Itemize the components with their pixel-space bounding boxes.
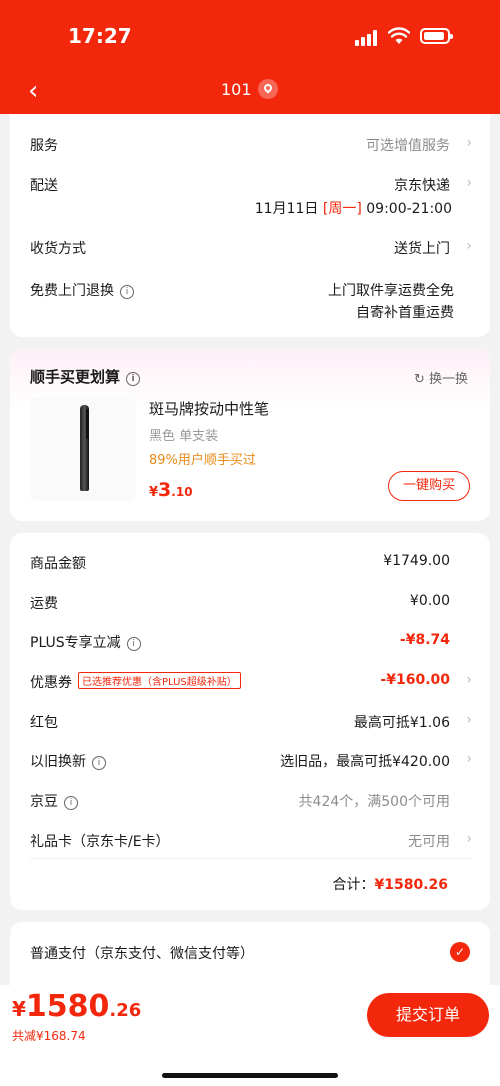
receive-label: 收货方式 [30,241,86,257]
divider [30,858,472,859]
back-chevron-icon[interactable]: ‹ [28,76,38,106]
addon-title: 顺手买更划算 [30,368,121,386]
goods-amount-label: 商品金额 [30,556,86,572]
giftcard-value: 无可用 [408,834,450,850]
goods-amount-value: ¥1749.00 [383,553,450,569]
shipping-label: 配送 [30,178,58,194]
info-icon[interactable]: i [120,285,134,299]
jingdou-value: 共424个，满500个可用 [298,794,450,810]
delivery-card: 服务 可选增值服务 › 配送 京东快递 › 11月11日 [周一] 09:00-… [10,104,490,337]
chevron-right-icon: › [466,672,472,688]
saved-amount: 共减¥168.74 [12,1029,86,1043]
shipping-time: 11月11日 [周一] 09:00-21:00 [254,201,452,217]
product-spec: 黑色 单支装 [149,429,219,444]
refresh-icon: ↻ [413,372,425,387]
return-label: 免费上门退换 [30,283,114,299]
coupon-label: 优惠券 [30,675,72,691]
summary-card: 商品金额 ¥1749.00 运费 ¥0.00 PLUS专享立减 i -¥8.74 … [10,533,490,910]
product-promo: 89%用户顺手买过 [149,453,256,468]
chevron-right-icon: › [466,831,472,847]
return-row: 免费上门退换 i 上门取件享运费全免 自寄补首重运费 [30,280,472,322]
status-time: 17:27 [68,24,132,48]
one-click-buy-button[interactable]: 一键购买 [388,471,470,501]
info-icon[interactable]: i [64,796,78,810]
return-value-1: 上门取件享运费全免 [328,283,454,299]
shipping-value: 京东快递 [394,178,450,194]
location-pin-icon[interactable] [258,79,278,99]
tradein-value: 选旧品，最高可抵¥420.00 [280,754,450,770]
nav-bar: ‹ 101 [0,74,500,106]
receive-value: 送货上门 [394,241,450,257]
plus-discount-value: -¥8.74 [399,632,450,648]
product-image[interactable] [30,397,136,501]
total-value: ¥1580.26 [374,877,448,893]
info-icon[interactable]: i [126,637,141,651]
total-label: 合计： [332,877,375,893]
addon-card: 顺手买更划算 i ↻ 换一换 斑马牌按动中性笔 黑色 单支装 89%用户顺手买过 … [10,349,490,521]
tradein-label: 以旧换新 [30,754,86,770]
top-bar: 17:27 ‹ 101 [0,0,500,114]
shipping-row[interactable]: 配送 京东快递 › 11月11日 [周一] 09:00-21:00 [30,175,472,217]
payment-selected-checkmark-icon[interactable]: ✓ [450,942,470,962]
giftcard-label: 礼品卡（京东卡/E卡） [30,834,170,850]
chevron-right-icon: › [466,135,472,151]
info-icon[interactable]: i [126,372,141,386]
chevron-right-icon: › [466,238,472,254]
redpack-label: 红包 [30,715,58,731]
freight-value: ¥0.00 [409,593,450,609]
service-label: 服务 [30,138,58,154]
jingdou-label: 京豆 [30,794,58,810]
nav-title: 101 [221,80,252,99]
bottom-bar: ¥1580.26 共减¥168.74 提交订单 [0,985,500,1086]
product-name[interactable]: 斑马牌按动中性笔 [149,398,269,419]
service-value: 可选增值服务 [366,138,450,154]
plus-discount-label: PLUS专享立减 [30,635,121,651]
total-row: 合计：¥1580.26 [332,874,448,894]
payment-method-label: 普通支付（京东支付、微信支付等） [30,946,254,962]
coupon-tag: 已选推荐优惠（含PLUS超级补贴） [78,672,241,689]
submit-order-button[interactable]: 提交订单 [367,993,489,1037]
product-price: ¥3.10 [149,479,193,501]
chevron-right-icon: › [466,751,472,767]
coupon-value: -¥160.00 [380,672,450,688]
return-value-2: 自寄补首重运费 [356,305,454,321]
chevron-right-icon: › [466,175,472,191]
refresh-label: 换一换 [428,372,468,387]
home-indicator [162,1073,338,1078]
pay-amount: ¥1580.26 [12,989,142,1024]
redpack-value: 最高可抵¥1.06 [353,715,450,731]
chevron-right-icon: › [466,712,472,728]
wifi-icon [388,27,410,44]
signal-icon [355,30,379,46]
refresh-button[interactable]: ↻ 换一换 [414,368,468,387]
battery-icon [420,28,453,44]
info-icon[interactable]: i [92,756,106,770]
status-bar: 17:27 [0,22,500,52]
freight-label: 运费 [30,596,58,612]
